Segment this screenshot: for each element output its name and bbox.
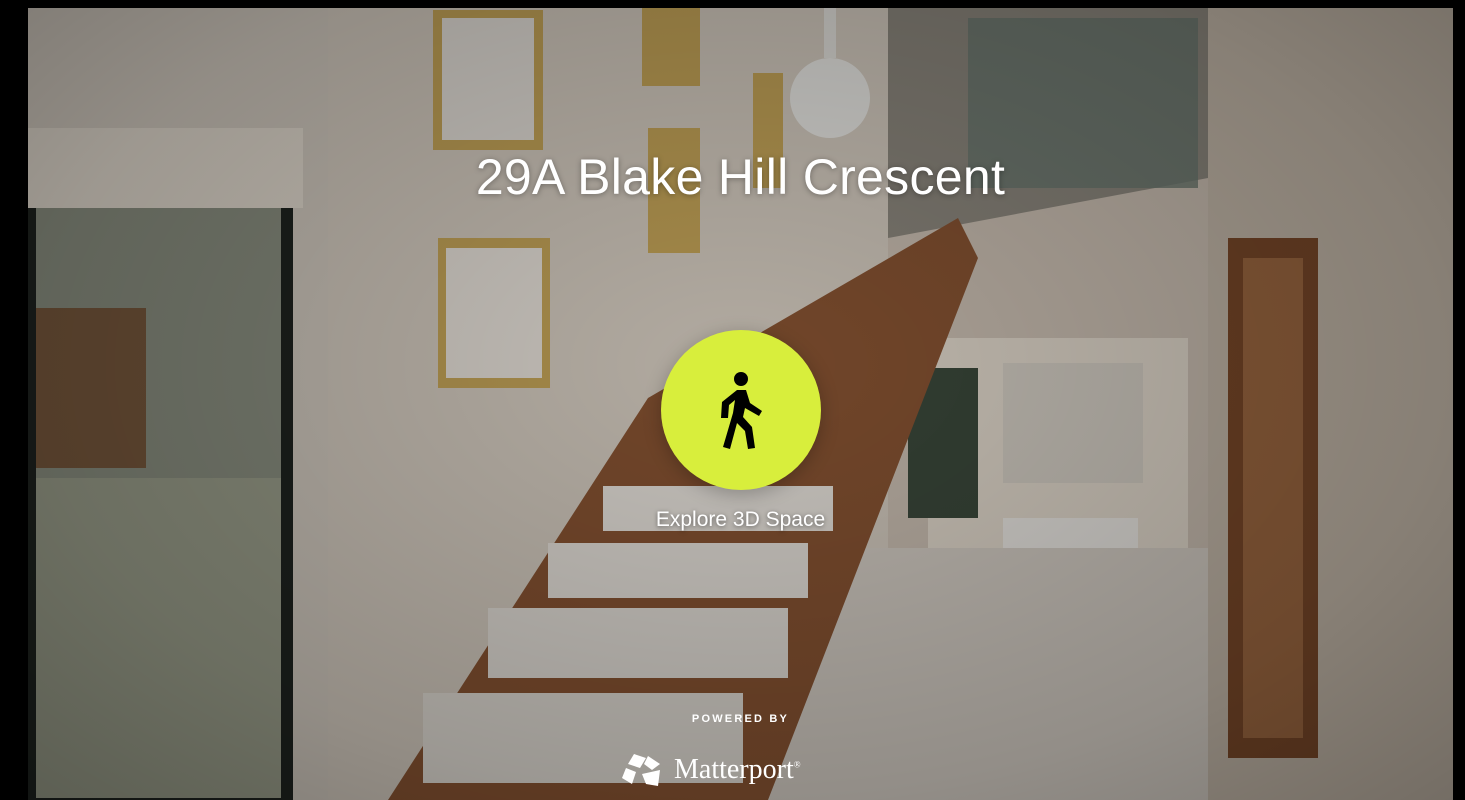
registered-mark: ®	[793, 759, 801, 770]
matterport-brand[interactable]: Matterport®	[620, 748, 801, 792]
tour-title: 29A Blake Hill Crescent	[475, 149, 1006, 205]
brand-name: Matterport	[674, 754, 794, 785]
tour-viewer[interactable]: 29A Blake Hill Crescent Explore 3D Space…	[28, 8, 1453, 800]
walking-person-icon	[721, 372, 762, 449]
matterport-logo-icon	[622, 754, 660, 786]
powered-by-label: POWERED BY	[691, 713, 790, 725]
explore-label: Explore 3D Space	[655, 508, 826, 531]
explore-3d-button[interactable]	[661, 330, 821, 490]
matterport-wordmark: Matterport®	[674, 754, 801, 786]
